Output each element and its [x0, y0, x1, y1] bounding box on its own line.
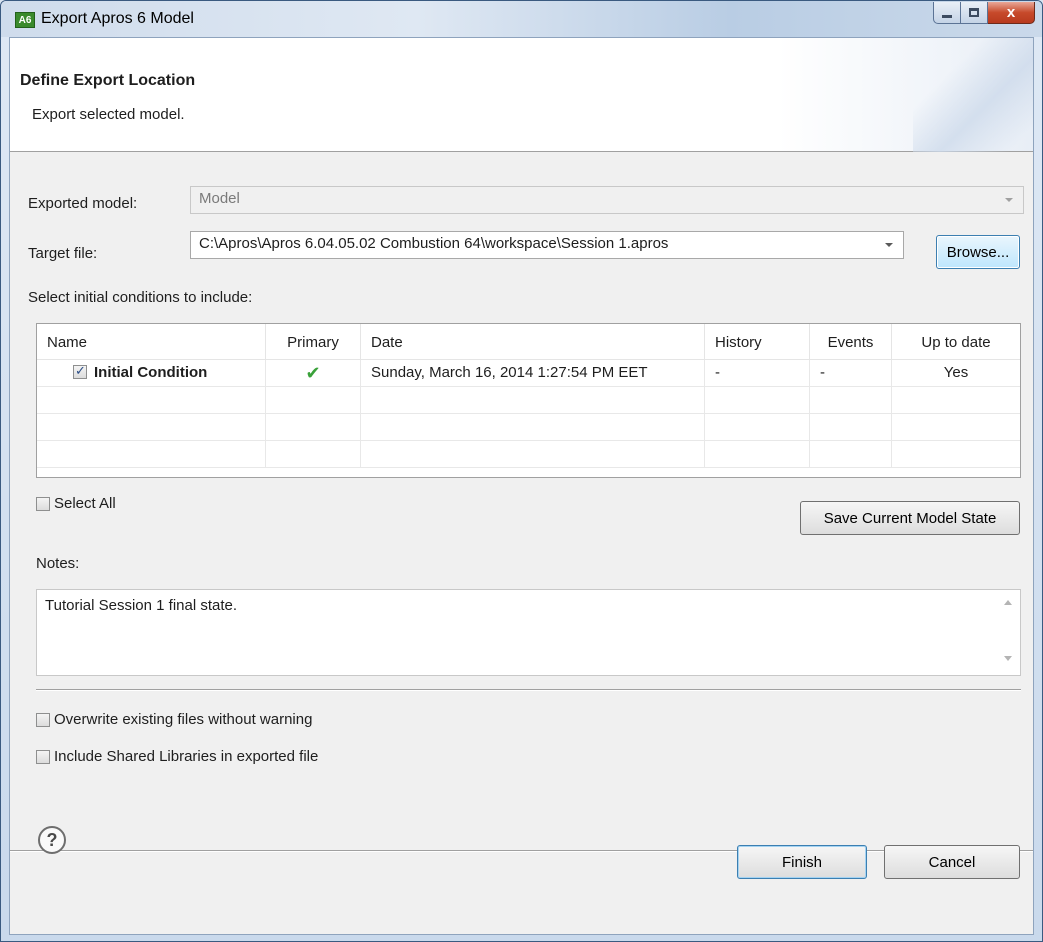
include-libraries-option-row[interactable]: Include Shared Libraries in exported fil…	[36, 748, 318, 765]
table-body: Initial Condition ✔ Sunday, March 16, 20…	[37, 360, 1020, 468]
chevron-down-icon	[1005, 198, 1013, 202]
empty-cell	[810, 441, 892, 468]
minimize-button[interactable]	[933, 2, 961, 24]
column-header-events[interactable]: Events	[810, 324, 892, 360]
select-all-label: Select All	[54, 495, 116, 512]
footer-separator	[10, 850, 1033, 852]
save-current-model-state-button[interactable]: Save Current Model State	[800, 501, 1020, 535]
cancel-button[interactable]: Cancel	[884, 845, 1020, 879]
row-name: Initial Condition	[94, 364, 208, 381]
exported-model-label: Exported model:	[28, 195, 138, 212]
target-file-value: C:\Apros\Apros 6.04.05.02 Combustion 64\…	[199, 235, 669, 252]
exported-model-value: Model	[199, 190, 240, 207]
row-up-to-date: Yes	[943, 364, 969, 381]
close-button[interactable]: x	[988, 2, 1035, 24]
empty-cell	[361, 441, 705, 468]
table-header: Name Primary Date History Events Up to d…	[37, 324, 1020, 360]
initial-conditions-label: Select initial conditions to include:	[28, 289, 253, 306]
apros-app-icon: A6	[15, 12, 35, 28]
export-dialog-window: A6 Export Apros 6 Model x Define Export …	[0, 0, 1043, 942]
empty-cell	[266, 387, 361, 414]
overwrite-checkbox[interactable]	[36, 712, 50, 727]
row-include-checkbox[interactable]	[73, 363, 87, 379]
header-banner-image	[913, 38, 1033, 152]
exported-model-dropdown-arrow	[995, 187, 1023, 213]
empty-cell	[361, 414, 705, 441]
empty-cell	[266, 414, 361, 441]
notes-value: Tutorial Session 1 final state.	[45, 597, 238, 614]
row-history: -	[705, 360, 810, 387]
browse-button[interactable]: Browse...	[936, 235, 1020, 269]
include-libraries-label: Include Shared Libraries in exported fil…	[54, 748, 319, 765]
empty-cell	[892, 387, 1020, 414]
notes-textarea[interactable]: Tutorial Session 1 final state.	[36, 589, 1021, 676]
target-file-label: Target file:	[28, 245, 98, 262]
primary-check-icon: ✔	[305, 363, 321, 383]
notes-label: Notes:	[36, 555, 80, 572]
page-description: Export selected model.	[32, 106, 185, 123]
select-all-checkbox-row[interactable]: Select All	[36, 495, 116, 512]
help-icon[interactable]: ?	[38, 826, 66, 854]
include-libraries-checkbox[interactable]	[36, 749, 50, 764]
scroll-up-arrow-icon[interactable]	[1004, 600, 1012, 605]
exported-model-combo: Model	[190, 186, 1024, 214]
table-row-empty	[37, 441, 1020, 468]
window-title: Export Apros 6 Model	[41, 10, 194, 27]
maximize-button[interactable]	[961, 2, 988, 24]
column-header-primary[interactable]: Primary	[266, 324, 361, 360]
minimize-icon	[942, 15, 952, 18]
title-bar[interactable]: A6 Export Apros 6 Model x	[1, 1, 1042, 37]
dialog-content: Define Export Location Export selected m…	[9, 37, 1034, 935]
empty-cell	[892, 441, 1020, 468]
table-row-empty	[37, 414, 1020, 441]
column-header-history[interactable]: History	[705, 324, 810, 360]
empty-cell	[361, 387, 705, 414]
empty-cell	[705, 441, 810, 468]
overwrite-option-row[interactable]: Overwrite existing files without warning	[36, 711, 312, 728]
close-icon: x	[1006, 4, 1016, 21]
empty-cell	[37, 414, 266, 441]
finish-button[interactable]: Finish	[737, 845, 867, 879]
maximize-icon	[969, 8, 979, 17]
chevron-down-icon	[885, 243, 893, 247]
column-header-up-to-date[interactable]: Up to date	[892, 324, 1020, 360]
wizard-header: Define Export Location Export selected m…	[10, 38, 1033, 152]
empty-cell	[266, 441, 361, 468]
scroll-down-arrow-icon[interactable]	[1004, 656, 1012, 661]
empty-cell	[705, 387, 810, 414]
empty-cell	[810, 387, 892, 414]
table-row-empty	[37, 387, 1020, 414]
target-file-dropdown-arrow[interactable]	[875, 232, 903, 258]
column-header-name[interactable]: Name	[37, 324, 266, 360]
table-row[interactable]: Initial Condition ✔ Sunday, March 16, 20…	[37, 360, 1020, 387]
target-file-combo[interactable]: C:\Apros\Apros 6.04.05.02 Combustion 64\…	[190, 231, 904, 259]
window-controls: x	[933, 2, 1035, 24]
notes-scrollbar[interactable]	[996, 590, 1020, 675]
row-date: Sunday, March 16, 2014 1:27:54 PM EET	[361, 360, 705, 387]
initial-conditions-table[interactable]: Name Primary Date History Events Up to d…	[36, 323, 1021, 478]
empty-cell	[892, 414, 1020, 441]
row-name-cell: Initial Condition	[37, 360, 266, 387]
empty-cell	[37, 387, 266, 414]
row-events: -	[810, 360, 892, 387]
select-all-checkbox[interactable]	[36, 496, 50, 511]
column-header-date[interactable]: Date	[361, 324, 705, 360]
row-primary-cell: ✔	[266, 360, 361, 387]
options-separator	[36, 689, 1021, 691]
empty-cell	[705, 414, 810, 441]
empty-cell	[810, 414, 892, 441]
empty-cell	[37, 441, 266, 468]
page-title: Define Export Location	[20, 72, 196, 89]
overwrite-label: Overwrite existing files without warning	[54, 711, 313, 728]
